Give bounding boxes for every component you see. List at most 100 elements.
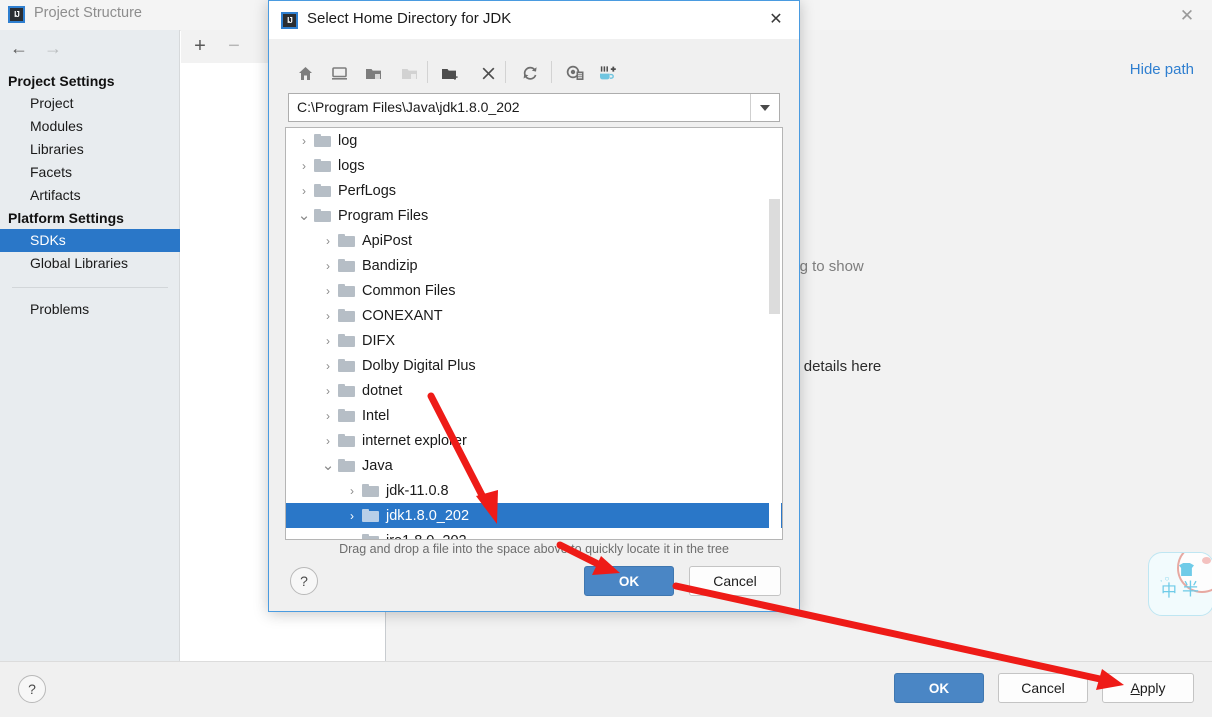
sidebar-item-modules[interactable]: Modules	[0, 115, 180, 138]
tree-row[interactable]: › CONEXANT	[286, 303, 782, 328]
chevron-right-icon[interactable]: ›	[320, 259, 336, 273]
tree-row[interactable]: › Dolby Digital Plus	[286, 353, 782, 378]
path-field[interactable]: C:\Program Files\Java\jdk1.8.0_202	[288, 93, 780, 122]
back-arrow-icon[interactable]: ←	[8, 38, 30, 58]
toolbar-divider-1	[427, 61, 428, 83]
tree-row[interactable]: › Intel	[286, 403, 782, 428]
tree-scrollbar[interactable]	[769, 129, 781, 539]
intellij-idea-icon: IJ	[281, 12, 298, 29]
tree-row-label: Java	[362, 457, 393, 474]
ime-zhong-glyph[interactable]: 中	[1161, 584, 1177, 600]
ime-floating-widget[interactable]: , ○ 中 半	[1148, 552, 1212, 616]
chevron-right-icon[interactable]: ›	[296, 184, 312, 198]
tree-row[interactable]: › jdk1.8.0_202	[286, 503, 782, 528]
folder-icon	[362, 484, 379, 497]
chevron-right-icon[interactable]: ›	[344, 534, 360, 540]
folder-icon	[338, 409, 355, 422]
chevron-down-icon[interactable]: ⌄	[296, 208, 312, 223]
tree-row[interactable]: › log	[286, 128, 782, 153]
dialog-cancel-button[interactable]: Cancel	[689, 566, 781, 596]
tree-row-label: jre1.8.0_202	[386, 533, 467, 540]
chevron-right-icon[interactable]: ›	[320, 359, 336, 373]
tree-scrollbar-thumb[interactable]	[769, 199, 780, 314]
tree-row-label: log	[338, 132, 358, 149]
folder-icon	[314, 209, 331, 222]
folder-icon	[338, 334, 355, 347]
home-icon[interactable]	[292, 60, 318, 86]
chevron-right-icon[interactable]: ›	[344, 484, 360, 498]
tree-row-label: DIFX	[362, 332, 396, 349]
chevron-right-icon[interactable]: ›	[296, 134, 312, 148]
forward-arrow-icon[interactable]: →	[42, 38, 64, 58]
folder-icon	[314, 159, 331, 172]
tree-row[interactable]: ⌄ Java	[286, 453, 782, 478]
path-dropdown-button[interactable]	[750, 94, 779, 121]
add-sdk-button[interactable]: +	[189, 36, 211, 56]
tree-row[interactable]: › DIFX	[286, 328, 782, 353]
tree-row[interactable]: › jdk-11.0.8	[286, 478, 782, 503]
new-folder-icon[interactable]	[437, 60, 463, 86]
page-title: Project Structure	[34, 5, 142, 21]
refresh-icon[interactable]	[517, 60, 543, 86]
tree-row-label: Intel	[362, 407, 390, 424]
remove-sdk-button[interactable]: −	[223, 36, 245, 56]
directory-tree[interactable]: › log › logs › PerfLogs ⌄ Program Files › ApiPost…	[285, 127, 783, 540]
folder-icon	[338, 384, 355, 397]
tree-row[interactable]: › Common Files	[286, 278, 782, 303]
tree-row-label: Dolby Digital Plus	[362, 357, 476, 374]
chevron-right-icon[interactable]: ›	[320, 309, 336, 323]
tree-row-label: internet explorer	[362, 432, 467, 449]
tree-row[interactable]: › dotnet	[286, 378, 782, 403]
tree-row[interactable]: ⌄ Program Files	[286, 203, 782, 228]
apply-mnemonic: A	[1130, 680, 1140, 696]
sidebar-item-project[interactable]: Project	[0, 92, 180, 115]
chevron-right-icon[interactable]: ›	[320, 284, 336, 298]
sidebar-item-sdks[interactable]: SDKs	[0, 229, 180, 252]
sidebar-item-facets[interactable]: Facets	[0, 161, 180, 184]
cancel-button[interactable]: Cancel	[998, 673, 1088, 703]
tree-row[interactable]: › PerfLogs	[286, 178, 782, 203]
chevron-down-icon[interactable]: ⌄	[320, 458, 336, 473]
chevron-right-icon[interactable]: ›	[344, 509, 360, 523]
tree-row[interactable]: › Bandizip	[286, 253, 782, 278]
tree-rows: › log › logs › PerfLogs ⌄ Program Files › ApiPost…	[286, 128, 782, 540]
toolbar-divider-2	[505, 61, 506, 83]
dialog-help-button[interactable]: ?	[290, 567, 318, 595]
sidebar-item-problems[interactable]: Problems	[0, 298, 180, 321]
delete-icon[interactable]	[475, 60, 501, 86]
hide-path-link[interactable]: Hide path	[1130, 61, 1194, 78]
add-jdk-icon[interactable]	[595, 60, 621, 86]
chevron-right-icon[interactable]: ›	[296, 159, 312, 173]
apply-button[interactable]: Apply	[1102, 673, 1194, 703]
ok-button[interactable]: OK	[894, 673, 984, 703]
folder-up-icon[interactable]	[360, 60, 386, 86]
desktop-icon[interactable]	[326, 60, 352, 86]
close-icon[interactable]: ✕	[763, 9, 789, 31]
chevron-right-icon[interactable]: ›	[320, 234, 336, 248]
help-button[interactable]: ?	[18, 675, 46, 703]
dialog-ok-button[interactable]: OK	[584, 566, 674, 596]
tree-row[interactable]: › ApiPost	[286, 228, 782, 253]
folder-icon	[338, 284, 355, 297]
chevron-right-icon[interactable]: ›	[320, 384, 336, 398]
ime-shirt-icon	[1179, 563, 1194, 576]
chevron-right-icon[interactable]: ›	[320, 409, 336, 423]
sidebar-group-platform-settings: Platform Settings	[8, 210, 124, 226]
folder-icon	[338, 359, 355, 372]
chevron-right-icon[interactable]: ›	[320, 434, 336, 448]
tree-row[interactable]: › logs	[286, 153, 782, 178]
tree-row-label: logs	[338, 157, 365, 174]
tree-row[interactable]: › jre1.8.0_202	[286, 528, 782, 540]
path-input[interactable]: C:\Program Files\Java\jdk1.8.0_202	[297, 99, 520, 115]
ime-dots: , ○	[1160, 574, 1170, 583]
sidebar-item-artifacts[interactable]: Artifacts	[0, 184, 180, 207]
show-hidden-icon[interactable]	[562, 60, 588, 86]
close-icon[interactable]: ✕	[1172, 3, 1202, 27]
chevron-right-icon[interactable]: ›	[320, 334, 336, 348]
sidebar-item-libraries[interactable]: Libraries	[0, 138, 180, 161]
folder-icon	[338, 259, 355, 272]
ime-half-glyph[interactable]: 半	[1182, 581, 1199, 598]
sidebar-group-project-settings: Project Settings	[8, 73, 115, 89]
tree-row[interactable]: › internet explorer	[286, 428, 782, 453]
sidebar-item-global-libraries[interactable]: Global Libraries	[0, 252, 180, 275]
